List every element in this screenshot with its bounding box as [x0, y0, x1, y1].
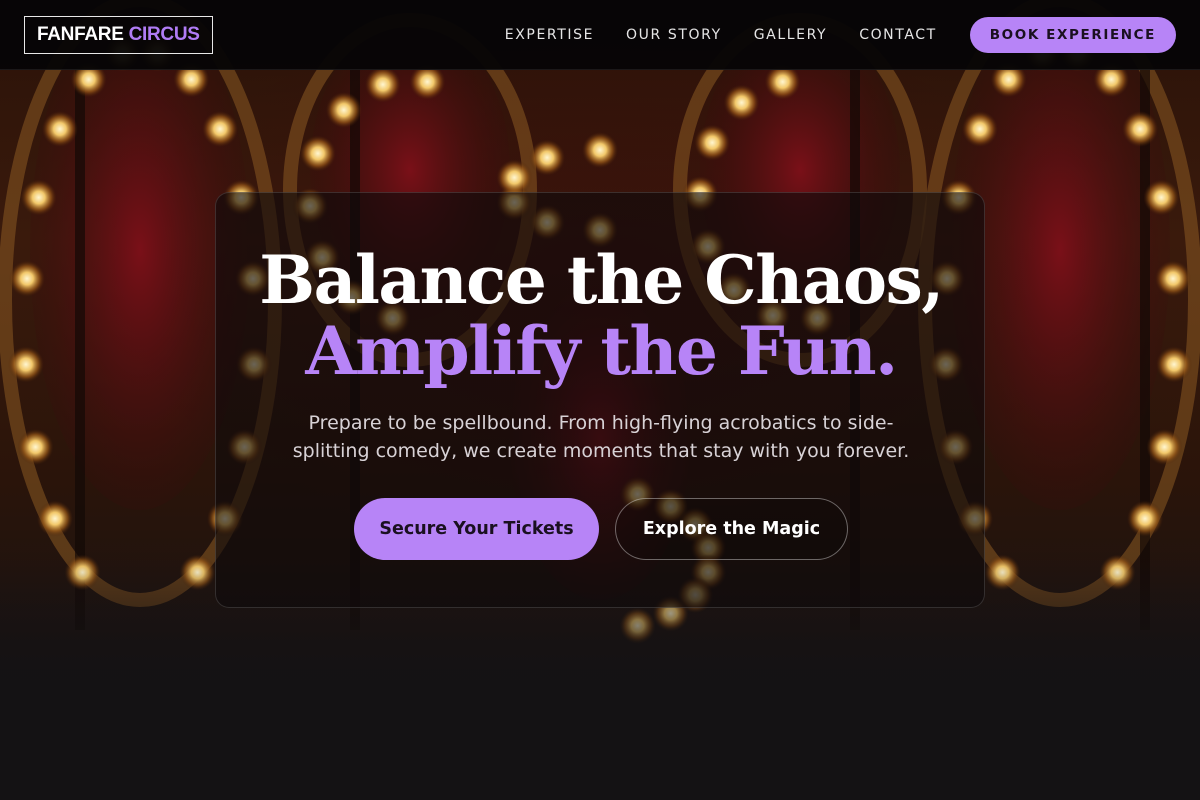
- carousel-pole: [1140, 70, 1150, 630]
- light-bulb: [1155, 260, 1191, 297]
- hero-headline-line2: Amplify the Fun.: [305, 312, 898, 390]
- light-bulb: [529, 139, 566, 176]
- nav-link-gallery[interactable]: GALLERY: [754, 27, 827, 43]
- light-bulb: [496, 159, 533, 196]
- nav-link-our-story[interactable]: OUR STORY: [626, 27, 722, 43]
- light-bulb: [17, 429, 54, 465]
- brand-logo[interactable]: FANFARE CIRCUS: [24, 15, 213, 54]
- nav-link-expertise[interactable]: EXPERTISE: [505, 27, 594, 43]
- light-bulb: [299, 135, 336, 172]
- carousel-pole: [75, 70, 85, 630]
- navbar: FANFARE CIRCUS EXPERTISE OUR STORY GALLE…: [0, 0, 1200, 70]
- brand-name-word1: FANFARE: [37, 23, 124, 45]
- hero-headline-line1: Balance the Chaos,: [259, 241, 944, 319]
- light-bulb: [694, 124, 731, 161]
- light-bulb: [723, 84, 760, 121]
- nav-links: EXPERTISE OUR STORY GALLERY CONTACT: [505, 27, 937, 43]
- book-experience-button[interactable]: BOOK EXPERIENCE: [969, 16, 1176, 53]
- hero-card: Balance the Chaos, Amplify the Fun. Prep…: [215, 192, 985, 608]
- explore-magic-button[interactable]: Explore the Magic: [615, 498, 848, 560]
- light-bulb: [7, 346, 44, 383]
- light-bulb: [364, 66, 401, 103]
- nav-link-contact[interactable]: CONTACT: [859, 27, 937, 43]
- light-bulb: [1127, 500, 1163, 537]
- light-bulb: [41, 111, 78, 147]
- light-bulb: [9, 260, 45, 297]
- light-bulb: [961, 111, 998, 147]
- light-bulb: [1122, 111, 1159, 147]
- brand-name-word2: CIRCUS: [128, 23, 200, 45]
- light-bulb: [20, 179, 57, 216]
- light-bulb: [1143, 179, 1180, 216]
- light-bulb: [1146, 429, 1183, 465]
- secure-tickets-button[interactable]: Secure Your Tickets: [354, 498, 599, 560]
- nav-right: EXPERTISE OUR STORY GALLERY CONTACT BOOK…: [505, 16, 1176, 53]
- light-bulb: [202, 111, 239, 147]
- light-bulb: [1156, 346, 1193, 383]
- hero-subtitle: Prepare to be spellbound. From high-flyi…: [292, 412, 910, 462]
- light-bulb: [582, 132, 618, 168]
- light-bulb: [325, 92, 362, 128]
- light-bulb: [37, 500, 73, 537]
- hero-button-row: Secure Your Tickets Explore the Magic: [216, 498, 986, 560]
